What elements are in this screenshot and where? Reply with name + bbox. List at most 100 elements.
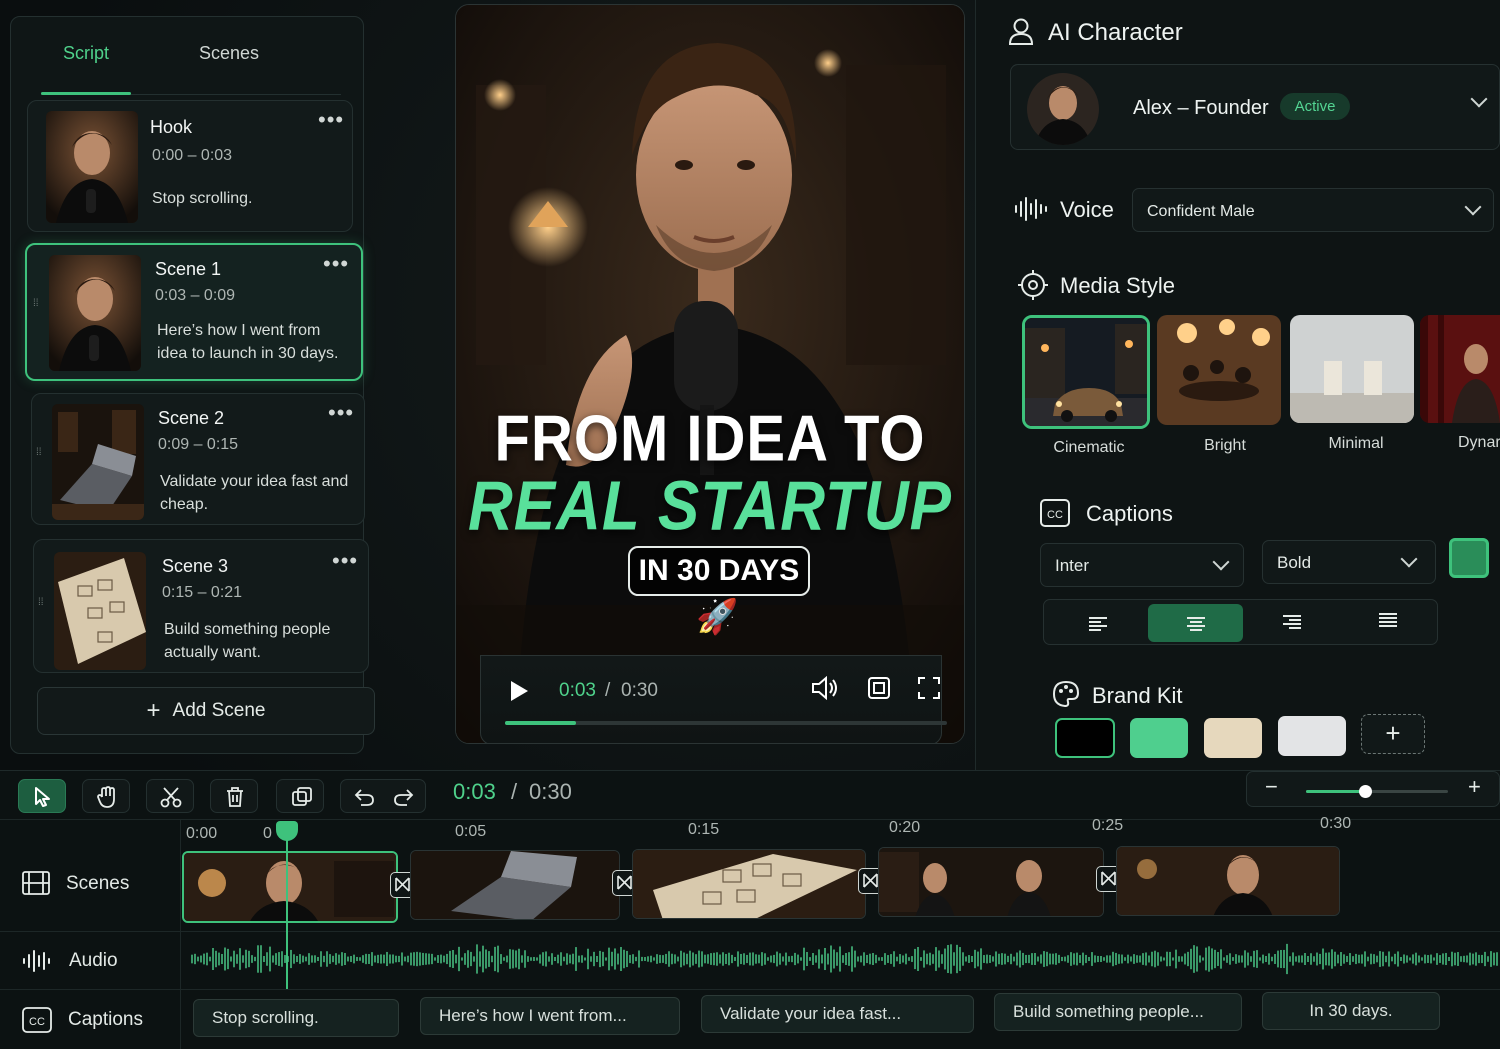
style-option-minimal[interactable] [1290, 315, 1414, 423]
zoom-control: − + [1246, 771, 1500, 807]
add-scene-button[interactable]: + Add Scene [37, 687, 375, 735]
timeline-clip-scene-3[interactable] [878, 847, 1104, 917]
add-brand-color-button[interactable]: + [1361, 714, 1425, 754]
audio-waveform[interactable] [190, 937, 1500, 981]
cut-tool-button[interactable] [146, 779, 194, 813]
playhead-handle[interactable] [276, 821, 298, 841]
chevron-down-icon [1212, 553, 1230, 571]
align-center-icon [1187, 617, 1205, 631]
zoom-slider-thumb[interactable] [1359, 785, 1372, 798]
scene-thumbnail [52, 404, 144, 520]
more-options-icon[interactable]: ••• [328, 402, 354, 424]
more-options-icon[interactable]: ••• [332, 550, 358, 572]
brand-color-green[interactable] [1130, 718, 1188, 758]
tab-script[interactable]: Script [63, 43, 109, 64]
video-total-time: 0:30 [621, 680, 658, 701]
caption-color-swatch[interactable] [1449, 538, 1489, 578]
hand-tool-button[interactable] [82, 779, 130, 813]
caption-clip[interactable]: Here’s how I went from... [420, 997, 680, 1035]
chevron-down-icon[interactable] [1470, 90, 1488, 108]
active-tab-indicator [41, 92, 131, 95]
zoom-out-icon[interactable]: − [1265, 774, 1278, 800]
scene-time: 0:15 – 0:21 [162, 584, 243, 601]
ruler-label: 0:30 [1320, 815, 1352, 832]
time-separator: / [511, 779, 518, 804]
scene-time: 0:03 – 0:09 [155, 287, 236, 304]
align-center-button[interactable] [1148, 604, 1243, 642]
play-icon[interactable] [509, 680, 529, 702]
undo-redo-group [340, 779, 426, 813]
waveform-icon [1015, 197, 1047, 221]
media-style-title: Media Style [1060, 273, 1175, 298]
align-left-icon [1089, 617, 1107, 631]
tab-scenes[interactable]: Scenes [199, 43, 259, 64]
ruler-label: 0 [263, 825, 272, 842]
drag-handle-icon[interactable]: ⁞⁞ [33, 299, 41, 323]
style-option-bright[interactable] [1157, 315, 1281, 425]
timeline-clip-scene-2[interactable] [632, 849, 866, 919]
align-left-button[interactable] [1050, 604, 1145, 642]
video-progress-bar[interactable] [505, 721, 947, 725]
scene-title: Hook [150, 117, 193, 137]
timeline-panel: 0:03 / 0:30 − + 0:00 0 0:05 0:15 0:20 0:… [0, 770, 1500, 1049]
align-justify-button[interactable] [1340, 604, 1435, 642]
trash-icon [227, 787, 243, 807]
caption-clip[interactable]: Validate your idea fast... [701, 995, 974, 1033]
scene-thumbnail [46, 111, 138, 223]
zoom-slider[interactable] [1306, 785, 1448, 798]
caption-weight-select[interactable]: Bold [1262, 540, 1436, 584]
timeline-clip-hook[interactable] [182, 851, 398, 923]
caption-weight-value: Bold [1277, 553, 1312, 572]
hand-icon [97, 786, 115, 808]
scene-card-scene-3[interactable]: ⁞⁞ Scene 3 0:15 – 0:21 Build something p… [33, 539, 369, 673]
more-options-icon[interactable]: ••• [323, 253, 349, 275]
more-options-icon[interactable]: ••• [318, 109, 344, 131]
caption-clip[interactable]: Build something people... [994, 993, 1242, 1031]
timeline-clip-scene-1[interactable] [410, 850, 620, 920]
caption-clip[interactable]: Stop scrolling. [193, 999, 399, 1037]
undo-icon[interactable] [353, 787, 375, 807]
captions-title: Captions [1086, 501, 1173, 526]
brand-color-light-gray[interactable] [1278, 716, 1346, 756]
scene-card-hook[interactable]: Hook 0:00 – 0:03 Stop scrolling. ••• [27, 100, 353, 232]
caption-clip[interactable]: In 30 days. [1262, 992, 1440, 1030]
align-right-button[interactable] [1244, 604, 1339, 642]
timeline-clip-scene-4[interactable] [1116, 846, 1340, 916]
drag-handle-icon[interactable]: ⁞⁞ [36, 448, 44, 472]
character-selector[interactable]: Alex – Founder [1010, 64, 1500, 150]
drag-handle-icon[interactable]: ⁞⁞ [38, 598, 46, 622]
voice-select[interactable]: Confident Male [1132, 188, 1494, 232]
ruler-divider [0, 819, 1500, 820]
style-option-dynamic[interactable] [1420, 315, 1500, 423]
user-icon [1008, 18, 1034, 45]
volume-icon[interactable] [811, 676, 839, 700]
style-label-minimal: Minimal [1328, 435, 1384, 452]
style-option-cinematic[interactable] [1022, 315, 1150, 429]
pip-icon[interactable] [867, 676, 891, 700]
timeline-current-time: 0:03 [453, 779, 496, 804]
add-scene-label: Add Scene [172, 700, 266, 721]
scene-desc: Stop scrolling. [152, 190, 253, 207]
copy-icon [292, 787, 312, 806]
video-title-line1: FROM IDEA TO [494, 402, 926, 475]
scene-thumbnail [54, 552, 146, 670]
caption-font-select[interactable]: Inter [1040, 543, 1244, 587]
scene-desc: Validate your idea fast and cheap. [160, 473, 349, 513]
delete-button[interactable] [210, 779, 258, 813]
track-label-audio: Audio [69, 950, 118, 971]
select-tool-button[interactable] [18, 779, 66, 813]
fullscreen-icon[interactable] [917, 676, 941, 700]
chevron-down-icon [1464, 198, 1482, 216]
brand-color-black[interactable] [1055, 718, 1115, 758]
brand-color-beige[interactable] [1204, 718, 1262, 758]
scene-desc: Here’s how I went from idea to launch in… [157, 322, 339, 362]
duplicate-button[interactable] [276, 779, 324, 813]
track-divider [0, 989, 1500, 990]
plus-icon: + [146, 697, 161, 724]
video-preview[interactable]: FROM IDEA TO REAL STARTUP IN 30 DAYS 🚀 0… [455, 4, 965, 744]
redo-icon[interactable] [393, 787, 415, 807]
script-panel: Script Scenes Hook 0:00 – 0:03 Stop scro… [10, 16, 375, 754]
zoom-in-icon[interactable]: + [1468, 774, 1481, 800]
scene-card-scene-2[interactable]: ⁞⁞ Scene 2 0:09 – 0:15 Validate your ide… [31, 393, 365, 525]
scene-card-scene-1[interactable]: ⁞⁞ Scene 1 0:03 – 0:09 Here’s how I went… [25, 243, 363, 381]
